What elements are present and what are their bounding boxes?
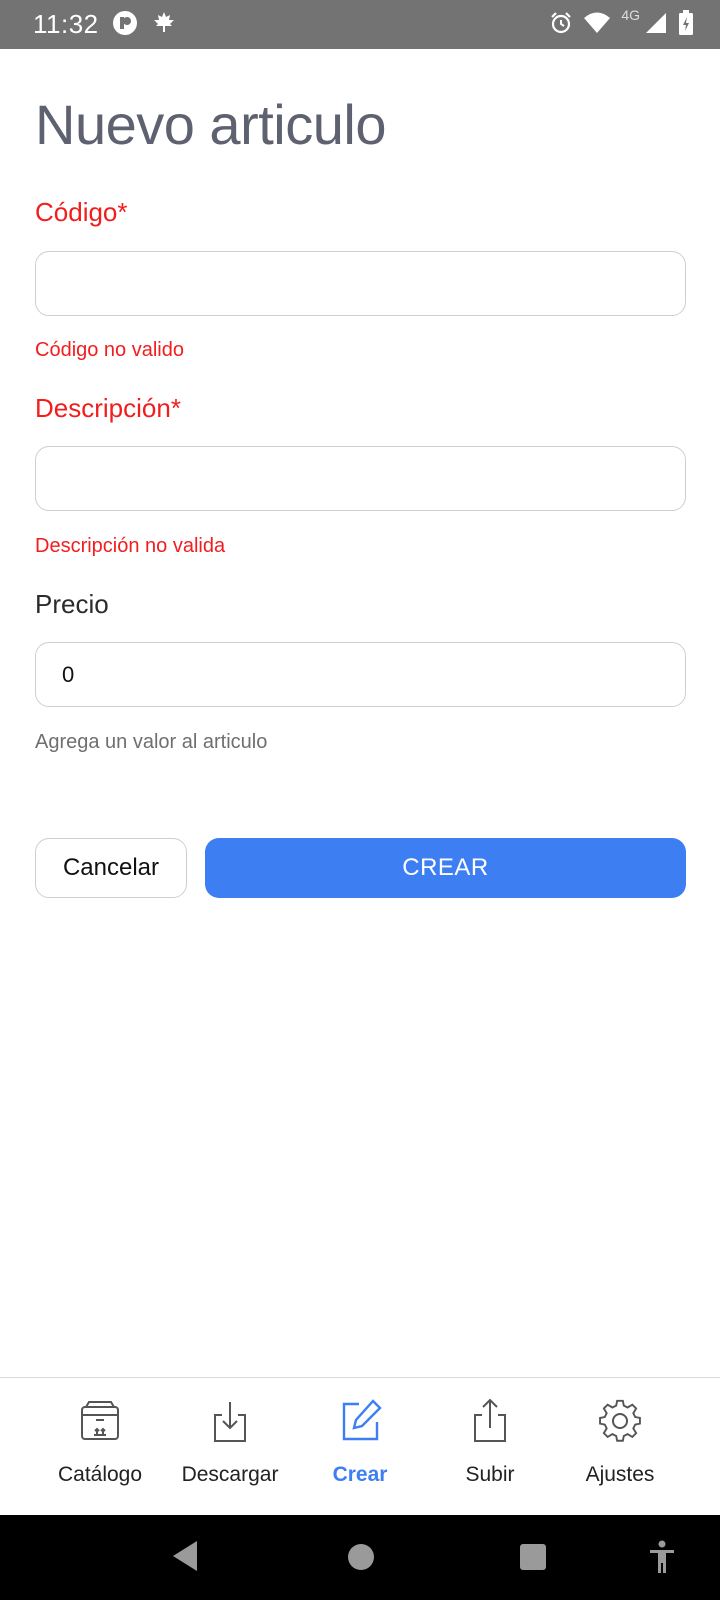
- nav-label-subir: Subir: [465, 1463, 515, 1486]
- network-type: 4G: [621, 7, 640, 23]
- bottom-nav: Catálogo Descargar Crear Subir Ajustes: [0, 1377, 720, 1515]
- nav-item-ajustes[interactable]: Ajustes: [555, 1378, 685, 1515]
- nav-item-catalogo[interactable]: Catálogo: [35, 1378, 165, 1515]
- nav-item-crear[interactable]: Crear: [295, 1378, 425, 1515]
- home-icon[interactable]: [347, 1543, 375, 1576]
- upload-icon: [467, 1398, 513, 1444]
- codigo-error: Código no valido: [35, 339, 184, 361]
- edit-icon: [337, 1398, 383, 1444]
- page-title: Nuevo articulo: [35, 93, 386, 156]
- create-button[interactable]: CREAR: [205, 838, 686, 898]
- precio-input[interactable]: [35, 642, 686, 707]
- nav-label-catalogo: Catálogo: [57, 1463, 143, 1486]
- back-icon[interactable]: [170, 1539, 200, 1578]
- nav-label-crear: Crear: [332, 1463, 388, 1486]
- accessibility-icon[interactable]: [648, 1540, 676, 1579]
- status-left-icons: [112, 10, 176, 36]
- descripcion-error: Descripción no valida: [35, 535, 226, 557]
- signal-icon: [644, 11, 668, 35]
- maple-leaf-icon: [152, 10, 176, 36]
- battery-icon: [678, 10, 694, 36]
- nav-label-descargar: Descargar: [181, 1463, 279, 1486]
- precio-helper: Agrega un valor al articulo: [35, 731, 268, 753]
- wifi-icon: [583, 11, 611, 35]
- precio-label: Precio: [35, 589, 109, 619]
- nav-item-subir[interactable]: Subir: [425, 1378, 555, 1515]
- recents-icon[interactable]: [519, 1543, 547, 1576]
- alarm-icon: [549, 11, 573, 35]
- status-time: 11:32: [33, 9, 99, 39]
- nav-item-descargar[interactable]: Descargar: [165, 1378, 295, 1515]
- cancel-button[interactable]: Cancelar: [35, 838, 187, 898]
- system-nav-bar: [0, 1515, 720, 1600]
- codigo-label: Código*: [35, 197, 128, 227]
- descripcion-label: Descripción*: [35, 393, 181, 423]
- box-icon: [77, 1398, 123, 1444]
- gear-icon: [597, 1398, 643, 1444]
- status-bar: 11:32 4G: [0, 0, 720, 49]
- app-notification-icon: [112, 10, 138, 36]
- nav-label-ajustes: Ajustes: [585, 1463, 655, 1486]
- codigo-input[interactable]: [35, 251, 686, 316]
- download-icon: [207, 1398, 253, 1444]
- status-right-icons: 4G: [549, 7, 694, 36]
- descripcion-input[interactable]: [35, 446, 686, 511]
